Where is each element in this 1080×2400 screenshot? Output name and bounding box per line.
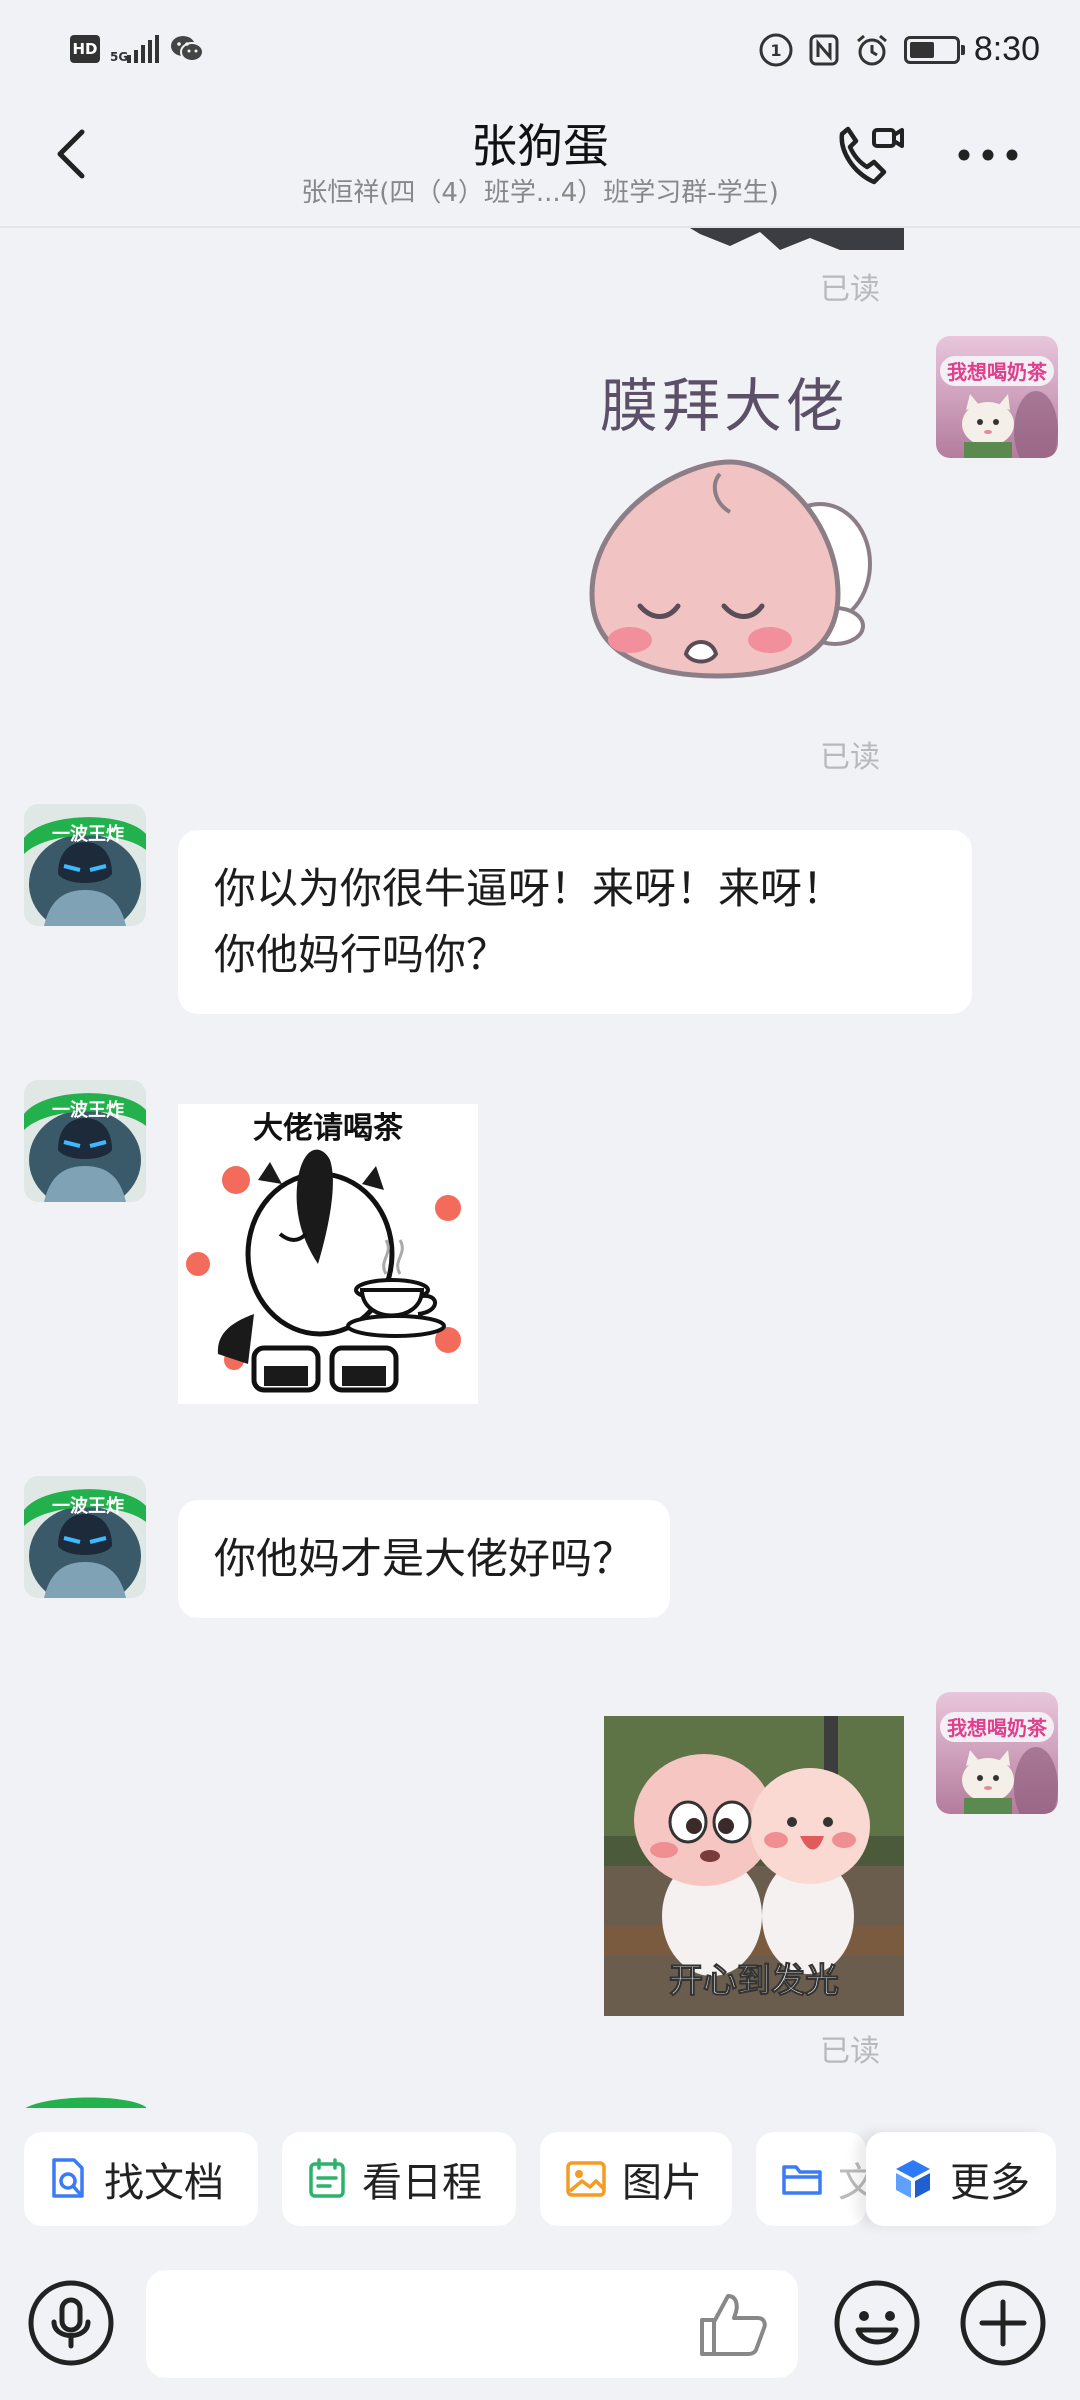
my-avatar-image: 我想喝奶茶 [936,1692,1058,1814]
quick-action-files[interactable]: 文 [756,2132,866,2226]
more-dots-icon[interactable] [952,130,1024,180]
my-avatar-label: 我想喝奶茶 [947,360,1048,384]
contact-avatar-image: 一波王炸 [24,804,146,926]
message-text-line: 你他妈才是大佬好吗？ [214,1534,635,1583]
my-avatar-image: 我想喝奶茶 [936,336,1058,458]
sticker-message-partial[interactable] [690,228,904,252]
thumbs-up-icon[interactable] [696,2290,772,2360]
image-caption: 开心到发光 [669,1961,839,2001]
read-receipt: 已读 [820,272,880,307]
contact-avatar-label: 一波王炸 [52,823,124,845]
video-call-icon[interactable] [830,120,910,190]
peach-worship-sticker: 膜拜大佬 [589,372,872,679]
contact-avatar-label: 一波王炸 [52,1495,124,1517]
quick-actions-bar: 找文档 看日程 图片 文 更多 [0,2108,1080,2258]
contact-avatar-partial [24,2094,146,2108]
message-text-line: 你以为你很牛逼呀！来呀！来呀！ [214,864,845,913]
status-bar: HD 5G 1 8:30 [0,0,1080,100]
status-left: HD 5G [70,34,205,64]
voice-icon[interactable] [26,2278,116,2368]
status-right: 1 8:30 [758,30,1040,69]
message-bubble[interactable]: 你他妈才是大佬好吗？ [178,1500,671,1618]
sticker-caption: 膜拜大佬 [600,372,848,440]
quick-action-calendar[interactable]: 看日程 [282,2132,516,2226]
contact-avatar-image: 一波王炸 [24,1476,146,1598]
image-icon [566,2161,606,2197]
quick-action-label: 图片 [622,2160,702,2206]
message-text-line: 你他妈行吗你？ [214,930,509,979]
plus-icon[interactable] [958,2278,1048,2368]
contact-subtitle: 张恒祥(四（4）班学...4）班学习群-学生) [301,178,779,208]
sticker-message[interactable]: 大佬请喝茶 [178,1104,478,1404]
doc-search-icon [52,2158,84,2198]
quick-action-label: 更多 [950,2160,1030,2206]
cellular-signal-icon: 5G [110,35,160,64]
sticker-caption: 大佬请喝茶 [253,1111,404,1146]
my-avatar[interactable]: 我想喝奶茶 [936,1692,1058,1814]
contact-avatar[interactable]: 一波王炸 [24,1476,146,1598]
contact-avatar-label: 一波王炸 [52,1099,124,1121]
hd-badge: HD [70,35,100,63]
nfc-icon [809,34,839,65]
quick-action-more[interactable]: 更多 [866,2132,1056,2226]
message-bubble[interactable]: 你以为你很牛逼呀！来呀！来呀！ 你他妈行吗你？ [178,830,972,1014]
data-saver-icon: 1 [759,33,793,66]
message-input-bar [0,2250,1080,2400]
peach-mascots-photo: 开心到发光 [604,1716,904,2016]
partial-sticker-image [690,228,904,250]
contact-name[interactable]: 张狗蛋 [0,110,1080,176]
quick-action-label: 看日程 [362,2160,482,2206]
alarm-icon [856,34,887,65]
clock: 8:30 [973,30,1040,68]
rhino-tea-sticker: 大佬请喝茶 [186,1111,461,1393]
chat-message-list[interactable]: 已读 我想喝奶茶 膜拜大佬 已读 一波王炸 你以为你很牛逼呀！来呀！来呀！ 你他… [0,228,1080,2108]
quick-action-label: 找文档 [104,2160,224,2206]
quick-action-find-doc[interactable]: 找文档 [24,2132,258,2226]
contact-avatar[interactable]: 一波王炸 [24,1080,146,1202]
battery-icon [903,35,965,64]
more-apps-icon [896,2160,930,2198]
my-avatar[interactable]: 我想喝奶茶 [936,336,1058,458]
chat-header: 张狗蛋 张恒祥(四（4）班学...4）班学习群-学生) [0,100,1080,228]
emoji-icon[interactable] [832,2278,922,2368]
sticker-message[interactable]: 膜拜大佬 [570,334,890,694]
svg-text:1: 1 [770,41,781,60]
network-type: 5G [110,50,129,64]
folder-icon [782,2165,822,2195]
wechat-icon [171,36,205,62]
calendar-icon [309,2158,345,2198]
contact-avatar-image: 一波王炸 [24,1080,146,1202]
read-receipt: 已读 [820,2034,880,2069]
my-avatar-label: 我想喝奶茶 [947,1716,1048,1740]
quick-action-images[interactable]: 图片 [540,2132,732,2226]
image-message[interactable]: 开心到发光 [604,1716,904,2016]
quick-action-label: 文 [838,2160,866,2206]
read-receipt: 已读 [820,740,880,775]
contact-avatar[interactable]: 一波王炸 [24,804,146,926]
